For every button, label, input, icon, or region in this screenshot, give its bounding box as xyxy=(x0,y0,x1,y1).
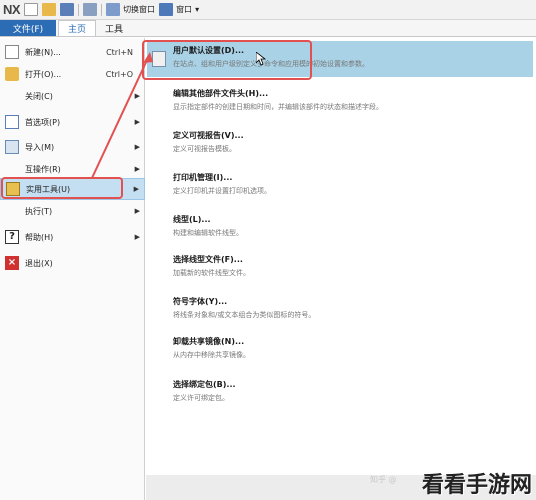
submenu-item-title: 编辑其他部件文件头(H)... xyxy=(173,89,269,98)
shortcut-label: Ctrl+N xyxy=(106,47,133,57)
switch-window-icon[interactable] xyxy=(106,3,121,16)
menu-item-label: 导入(M) xyxy=(25,142,55,152)
menu-item-preferences[interactable]: 首选项(P) ▶ xyxy=(0,111,145,133)
new-file-icon xyxy=(5,45,19,59)
submenu-item-desc: 显示指定部件的创建日期和时间，并编辑该部件的状态和描述字段。 xyxy=(173,103,383,111)
submenu-item-unload-image[interactable]: 卸载共享镜像(N)... 从内存中移除共享镜像。 xyxy=(173,336,533,360)
toolbar-separator xyxy=(101,3,103,16)
chevron-right-icon: ▶ xyxy=(134,165,140,173)
chevron-right-icon: ▶ xyxy=(133,185,139,193)
exit-icon: × xyxy=(5,256,19,270)
menu-item-label: 执行(T) xyxy=(25,206,53,216)
submenu-item-title: 卸载共享镜像(N)... xyxy=(173,337,245,346)
new-file-icon[interactable] xyxy=(24,3,39,16)
file-menu: 新建(N)... Ctrl+N 打开(O)... Ctrl+O 关闭(C) ▶ … xyxy=(0,38,145,500)
chevron-right-icon: ▶ xyxy=(134,207,140,215)
open-folder-icon[interactable] xyxy=(42,3,57,16)
submenu-item-desc: 定义打印机并设置打印机选项。 xyxy=(173,187,271,195)
annotation-box-utilities xyxy=(1,177,123,199)
help-icon: ? xyxy=(5,230,19,244)
submenu-item-printer[interactable]: 打印机管理(I)... 定义打印机并设置打印机选项。 xyxy=(173,172,533,196)
site-watermark: 看看手游网 xyxy=(421,473,532,498)
chevron-right-icon: ▶ xyxy=(134,92,140,100)
chevron-right-icon: ▶ xyxy=(134,118,140,126)
submenu-item-desc: 定义可视报告模板。 xyxy=(173,145,236,153)
utilities-submenu: 用户默认设置(D)... 在站点、组和用户级别定义多命令和应用模的初始设置和参数… xyxy=(146,38,536,475)
tab-file[interactable]: 文件(F) xyxy=(0,20,56,36)
quick-access-toolbar: NX 切换窗口 窗口 ▾ xyxy=(0,0,536,20)
menu-item-label: 关闭(C) xyxy=(25,91,53,101)
submenu-item-desc: 从内存中移除共享镜像。 xyxy=(173,351,250,359)
submenu-item-visual-report[interactable]: 定义可视报告(V)... 定义可视报告模板。 xyxy=(173,130,533,154)
shortcut-label: Ctrl+O xyxy=(105,69,133,79)
open-folder-icon xyxy=(5,67,19,81)
menu-item-label: 新建(N)... xyxy=(25,47,61,57)
menu-item-import[interactable]: 导入(M) ▶ xyxy=(0,136,145,158)
menu-item-exit[interactable]: × 退出(X) xyxy=(0,252,145,274)
annotation-box-user-defaults xyxy=(142,40,312,80)
undo-icon[interactable] xyxy=(83,3,98,16)
menu-item-label: 打开(O)... xyxy=(25,69,62,79)
switch-window-button[interactable]: 切换窗口 xyxy=(123,4,155,15)
menu-item-label: 帮助(H) xyxy=(25,232,54,242)
save-icon[interactable] xyxy=(60,3,75,16)
menu-item-new[interactable]: 新建(N)... Ctrl+N xyxy=(0,41,145,63)
submenu-item-title: 定义可视报告(V)... xyxy=(173,131,244,140)
menu-item-label: 首选项(P) xyxy=(25,117,61,127)
chevron-right-icon: ▶ xyxy=(134,143,140,151)
submenu-item-title: 选择线型文件(F)... xyxy=(173,255,243,264)
submenu-item-desc: 加载新的软件线型文件。 xyxy=(173,269,250,277)
submenu-item-title: 线型(L)... xyxy=(173,215,211,224)
tab-home[interactable]: 主页 xyxy=(58,20,97,36)
menu-item-open[interactable]: 打开(O)... Ctrl+O xyxy=(0,63,145,85)
ribbon-tabs: 文件(F) 主页 工具 xyxy=(0,20,536,37)
menu-item-label: 互操作(R) xyxy=(25,164,61,174)
toolbar-separator xyxy=(78,3,80,16)
submenu-item-symbol-font[interactable]: 符号字体(Y)... 将线条对象和/或文本组合为类似图标的符号。 xyxy=(173,296,533,320)
window-dropdown-icon[interactable]: ▾ xyxy=(195,5,199,14)
zhihu-watermark: 知乎 @ xyxy=(370,475,397,484)
submenu-item-title: 打印机管理(I)... xyxy=(173,173,233,182)
menu-item-execute[interactable]: 执行(T) ▶ xyxy=(0,200,145,222)
submenu-item-desc: 构建和编辑软件线型。 xyxy=(173,229,243,237)
nx-logo: NX xyxy=(3,2,21,17)
window-icon[interactable] xyxy=(159,3,174,16)
submenu-item-desc: 定义许可绑定包。 xyxy=(173,394,229,402)
menu-item-close[interactable]: 关闭(C) ▶ xyxy=(0,85,145,107)
submenu-item-desc: 将线条对象和/或文本组合为类似图标的符号。 xyxy=(173,311,316,319)
tab-tools[interactable]: 工具 xyxy=(96,20,132,36)
menu-item-help[interactable]: ? 帮助(H) ▶ xyxy=(0,226,145,248)
import-icon xyxy=(5,140,19,154)
mouse-cursor-icon xyxy=(256,52,266,66)
submenu-item-bundle[interactable]: 选择绑定包(B)... 定义许可绑定包。 xyxy=(173,379,533,403)
submenu-item-linetype[interactable]: 线型(L)... 构建和编辑软件线型。 xyxy=(173,214,533,238)
submenu-item-title: 符号字体(Y)... xyxy=(173,297,228,306)
chevron-right-icon: ▶ xyxy=(134,233,140,241)
preferences-icon xyxy=(5,115,19,129)
submenu-item-edit-header[interactable]: 编辑其他部件文件头(H)... 显示指定部件的创建日期和时间，并编辑该部件的状态… xyxy=(173,88,533,112)
submenu-item-title: 选择绑定包(B)... xyxy=(173,380,236,389)
window-button[interactable]: 窗口 xyxy=(176,4,192,15)
menu-item-label: 退出(X) xyxy=(25,258,53,268)
submenu-item-linetype-file[interactable]: 选择线型文件(F)... 加载新的软件线型文件。 xyxy=(173,254,533,278)
